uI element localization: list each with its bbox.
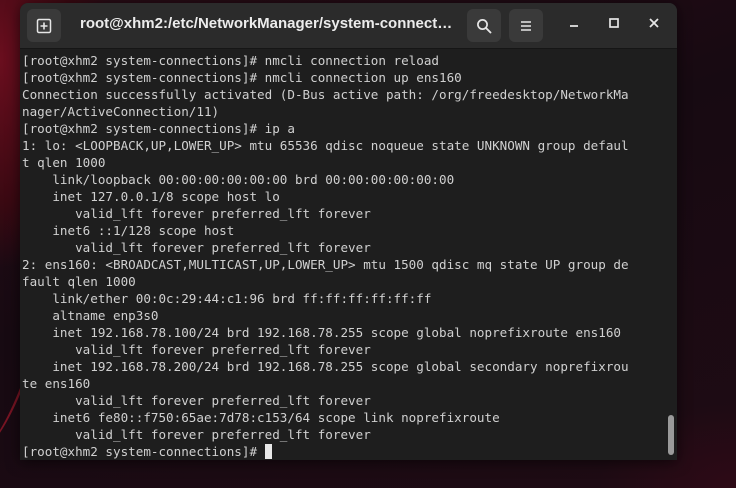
terminal-window: root@xhm2:/etc/NetworkManager/system-con…: [20, 3, 677, 460]
terminal-line: altname enp3s0: [22, 308, 159, 323]
text-cursor: [265, 444, 273, 459]
title-bar[interactable]: root@xhm2:/etc/NetworkManager/system-con…: [20, 3, 677, 49]
minimize-icon: [568, 16, 580, 34]
terminal-line: valid_lft forever preferred_lft forever: [22, 342, 371, 357]
terminal-line: valid_lft forever preferred_lft forever: [22, 206, 371, 221]
new-tab-button[interactable]: [27, 9, 61, 42]
terminal-line: Connection successfully activated (D-Bus…: [22, 87, 629, 102]
terminal-line: valid_lft forever preferred_lft forever: [22, 393, 371, 408]
terminal-line: nager/ActiveConnection/11): [22, 104, 220, 119]
search-button[interactable]: [467, 9, 501, 42]
maximize-button[interactable]: [604, 15, 624, 35]
terminal-line: [root@xhm2 system-connections]# nmcli co…: [22, 53, 440, 68]
terminal-prompt: [root@xhm2 system-connections]#: [22, 444, 258, 459]
hamburger-menu-icon: [518, 18, 534, 34]
terminal-line: link/ether 00:0c:29:44:c1:96 brd ff:ff:f…: [22, 291, 432, 306]
terminal-output: [root@xhm2 system-connections]# nmcli co…: [20, 49, 665, 443]
terminal-line: [root@xhm2 system-connections]# nmcli co…: [22, 70, 462, 85]
terminal-line: fault qlen 1000: [22, 274, 136, 289]
search-icon: [476, 18, 492, 34]
terminal-line: inet 192.168.78.100/24 brd 192.168.78.25…: [22, 325, 621, 340]
terminal-line: te ens160: [22, 376, 91, 391]
maximize-icon: [608, 16, 620, 34]
terminal-line: inet 127.0.0.1/8 scope host lo: [22, 189, 280, 204]
terminal-line: inet6 ::1/128 scope host: [22, 223, 235, 238]
terminal-line: valid_lft forever preferred_lft forever: [22, 427, 371, 442]
terminal-line: 1: lo: <LOOPBACK,UP,LOWER_UP> mtu 65536 …: [22, 138, 629, 153]
menu-button[interactable]: [509, 9, 543, 42]
minimize-button[interactable]: [564, 15, 584, 35]
scrollbar[interactable]: [665, 49, 677, 460]
terminal-line: inet 192.168.78.200/24 brd 192.168.78.25…: [22, 359, 629, 374]
close-icon: [648, 16, 660, 34]
window-title: root@xhm2:/etc/NetworkManager/system-con…: [80, 15, 453, 32]
new-tab-icon: [36, 18, 52, 34]
terminal-prompt-line[interactable]: [root@xhm2 system-connections]#: [20, 443, 665, 460]
terminal-line: t qlen 1000: [22, 155, 106, 170]
scrollbar-thumb[interactable]: [668, 415, 674, 455]
terminal-line: inet6 fe80::f750:65ae:7d78:c153/64 scope…: [22, 410, 500, 425]
terminal-output-area[interactable]: [root@xhm2 system-connections]# nmcli co…: [20, 49, 665, 460]
terminal-line: valid_lft forever preferred_lft forever: [22, 240, 371, 255]
terminal-line: link/loopback 00:00:00:00:00:00 brd 00:0…: [22, 172, 455, 187]
terminal-line: [root@xhm2 system-connections]# ip a: [22, 121, 295, 136]
close-button[interactable]: [644, 15, 664, 35]
terminal-line: 2: ens160: <BROADCAST,MULTICAST,UP,LOWER…: [22, 257, 629, 272]
